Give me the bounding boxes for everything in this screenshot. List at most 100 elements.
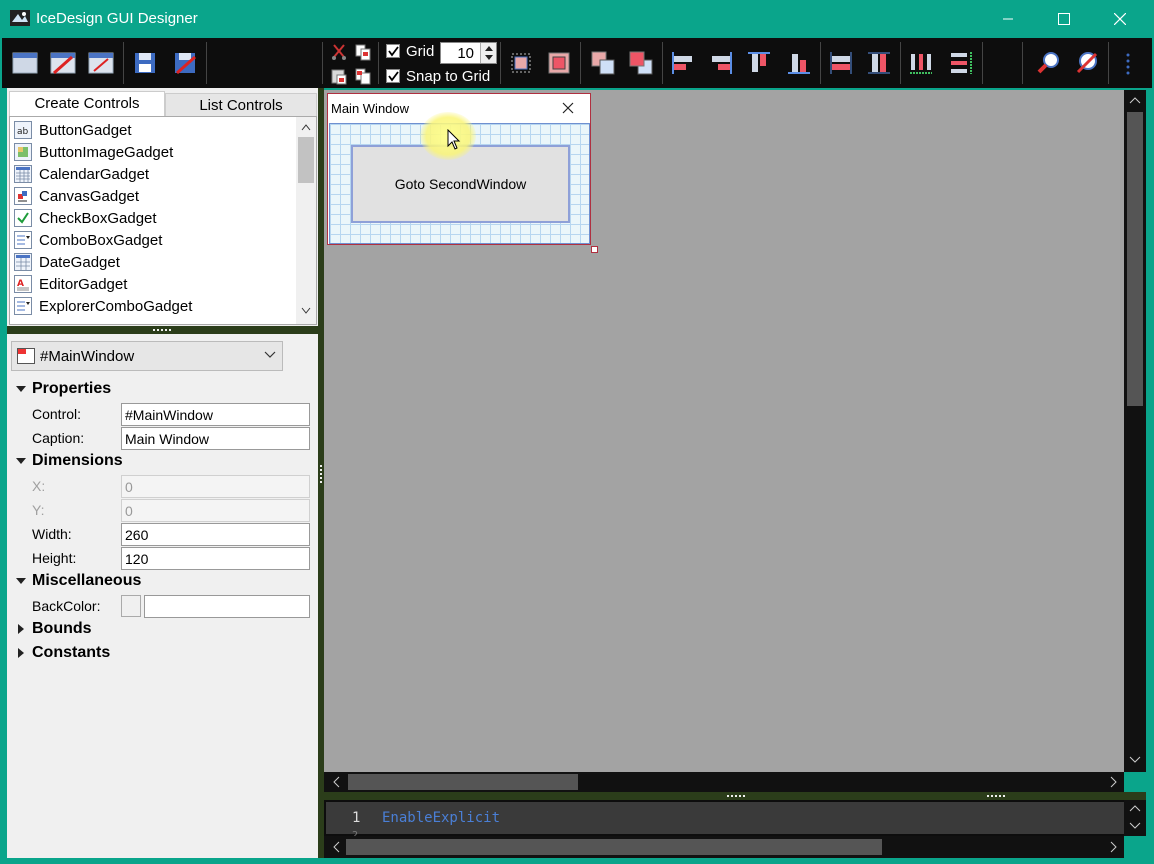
align-left-icon <box>672 52 692 74</box>
height-field[interactable]: 120 <box>121 547 310 570</box>
expanded-triangle-icon <box>16 458 26 464</box>
select-all-button[interactable] <box>506 48 536 78</box>
code-editor[interactable]: 1 2 EnableExplicit <box>324 800 1146 836</box>
list-item[interactable]: DateGadget <box>14 251 120 273</box>
cut-icon[interactable] <box>330 43 348 61</box>
minimize-button[interactable] <box>980 0 1036 38</box>
save-button[interactable] <box>130 48 160 78</box>
new-window-button[interactable] <box>10 48 40 78</box>
list-item[interactable]: A EditorGadget <box>14 273 127 295</box>
scroll-down-icon[interactable] <box>1129 756 1141 764</box>
scrollbar-thumb[interactable] <box>348 774 578 790</box>
explorer-combo-gadget-icon <box>14 297 32 315</box>
designed-window-title: Main Window <box>331 101 410 116</box>
align-top-button[interactable] <box>744 48 774 78</box>
miscellaneous-section-toggle[interactable]: Miscellaneous <box>15 572 141 590</box>
scroll-right-icon[interactable] <box>1110 776 1118 788</box>
scroll-left-icon[interactable] <box>332 841 340 853</box>
width-field[interactable]: 260 <box>121 523 310 546</box>
delete-window-icon <box>88 52 114 74</box>
select-frame-button[interactable] <box>544 48 574 78</box>
backcolor-swatch[interactable] <box>121 595 141 617</box>
duplicate-icon[interactable] <box>354 67 372 85</box>
distribute-horizontal-button[interactable] <box>906 48 936 78</box>
properties-section-toggle[interactable]: Properties <box>15 380 111 398</box>
canvas-vertical-scrollbar[interactable] <box>1124 90 1146 772</box>
close-button[interactable] <box>1092 0 1148 38</box>
spinner-arrows[interactable] <box>480 43 496 63</box>
backcolor-field[interactable] <box>144 595 310 618</box>
y-field: 0 <box>121 499 310 522</box>
splitter-grip <box>319 464 323 484</box>
scroll-up-icon[interactable] <box>1129 96 1141 104</box>
code-line: EnableExplicit <box>382 810 501 826</box>
paste-icon[interactable] <box>330 67 348 85</box>
list-item[interactable]: CalendarGadget <box>14 163 149 185</box>
list-item[interactable]: ab ButtonGadget <box>14 119 132 141</box>
panel-splitter[interactable] <box>7 326 318 334</box>
scroll-up-icon[interactable] <box>1129 804 1141 812</box>
same-width-icon <box>830 52 852 74</box>
bring-to-front-button[interactable] <box>588 48 618 78</box>
scrollbar-thumb[interactable] <box>346 839 882 855</box>
editor-gadget-icon: A <box>14 275 32 293</box>
edit-window-button[interactable] <box>48 48 78 78</box>
bounds-section-toggle[interactable]: Bounds <box>15 620 92 638</box>
width-label: Width: <box>32 526 72 542</box>
scroll-down-icon[interactable] <box>1129 822 1141 830</box>
editor-splitter[interactable] <box>324 792 1146 800</box>
list-item[interactable]: ComboBoxGadget <box>14 229 162 251</box>
dimensions-section-toggle[interactable]: Dimensions <box>15 452 123 470</box>
scroll-up-icon[interactable] <box>301 123 311 131</box>
scroll-down-icon[interactable] <box>301 307 311 315</box>
code-editor-area[interactable]: 1 2 EnableExplicit <box>326 802 1124 836</box>
distribute-vertical-button[interactable] <box>946 48 976 78</box>
list-item[interactable]: ExplorerComboGadget <box>14 295 192 317</box>
checkmark-icon <box>388 46 399 57</box>
x-label: X: <box>32 478 46 494</box>
controls-list-scrollbar[interactable] <box>296 117 316 324</box>
copy-icon[interactable] <box>354 43 372 61</box>
list-item[interactable]: CheckBoxGadget <box>14 207 157 229</box>
maximize-button[interactable] <box>1036 0 1092 38</box>
grid-checkbox[interactable] <box>386 44 400 58</box>
list-item[interactable]: ButtonImageGadget <box>14 141 173 163</box>
canvas-horizontal-scrollbar[interactable] <box>324 772 1124 792</box>
send-to-back-button[interactable] <box>626 48 656 78</box>
align-left-button[interactable] <box>668 48 698 78</box>
caption-field[interactable]: Main Window <box>121 427 310 450</box>
code-preview-button[interactable] <box>1072 48 1102 78</box>
calendar-gadget-icon <box>14 165 32 183</box>
snap-to-grid-checkbox[interactable] <box>386 69 400 83</box>
same-width-button[interactable] <box>826 48 856 78</box>
button-image-gadget-icon <box>14 143 32 161</box>
toolbar-separator <box>378 42 379 84</box>
same-height-button[interactable] <box>864 48 894 78</box>
align-top-icon <box>748 52 770 72</box>
toolbar-overflow-icon[interactable] <box>1124 52 1132 76</box>
toolbar-separator <box>820 42 821 84</box>
resize-handle[interactable] <box>591 246 598 253</box>
grid-size-spinner[interactable]: 10 <box>440 42 497 64</box>
scroll-left-icon[interactable] <box>332 776 340 788</box>
list-item[interactable]: CanvasGadget <box>14 185 139 207</box>
control-field[interactable]: #MainWindow <box>121 403 310 426</box>
window-title: IceDesign GUI Designer <box>36 10 198 27</box>
scrollbar-thumb[interactable] <box>1127 112 1143 406</box>
scrollbar-thumb[interactable] <box>298 137 314 183</box>
editor-vertical-scrollbar[interactable] <box>1124 800 1146 836</box>
preview-button[interactable] <box>1034 48 1064 78</box>
object-selector[interactable]: #MainWindow <box>11 341 283 371</box>
tab-create-controls[interactable]: Create Controls <box>9 91 165 117</box>
tab-list-controls[interactable]: List Controls <box>165 93 317 117</box>
magnifier-icon <box>1037 52 1059 74</box>
editor-horizontal-scrollbar[interactable] <box>324 836 1124 858</box>
expanded-triangle-icon <box>16 578 26 584</box>
constants-section-toggle[interactable]: Constants <box>15 644 110 662</box>
delete-window-button[interactable] <box>86 48 116 78</box>
align-right-button[interactable] <box>706 48 736 78</box>
new-window-icon <box>12 52 38 74</box>
align-bottom-button[interactable] <box>784 48 814 78</box>
save-as-button[interactable] <box>170 48 200 78</box>
scroll-right-icon[interactable] <box>1110 841 1118 853</box>
